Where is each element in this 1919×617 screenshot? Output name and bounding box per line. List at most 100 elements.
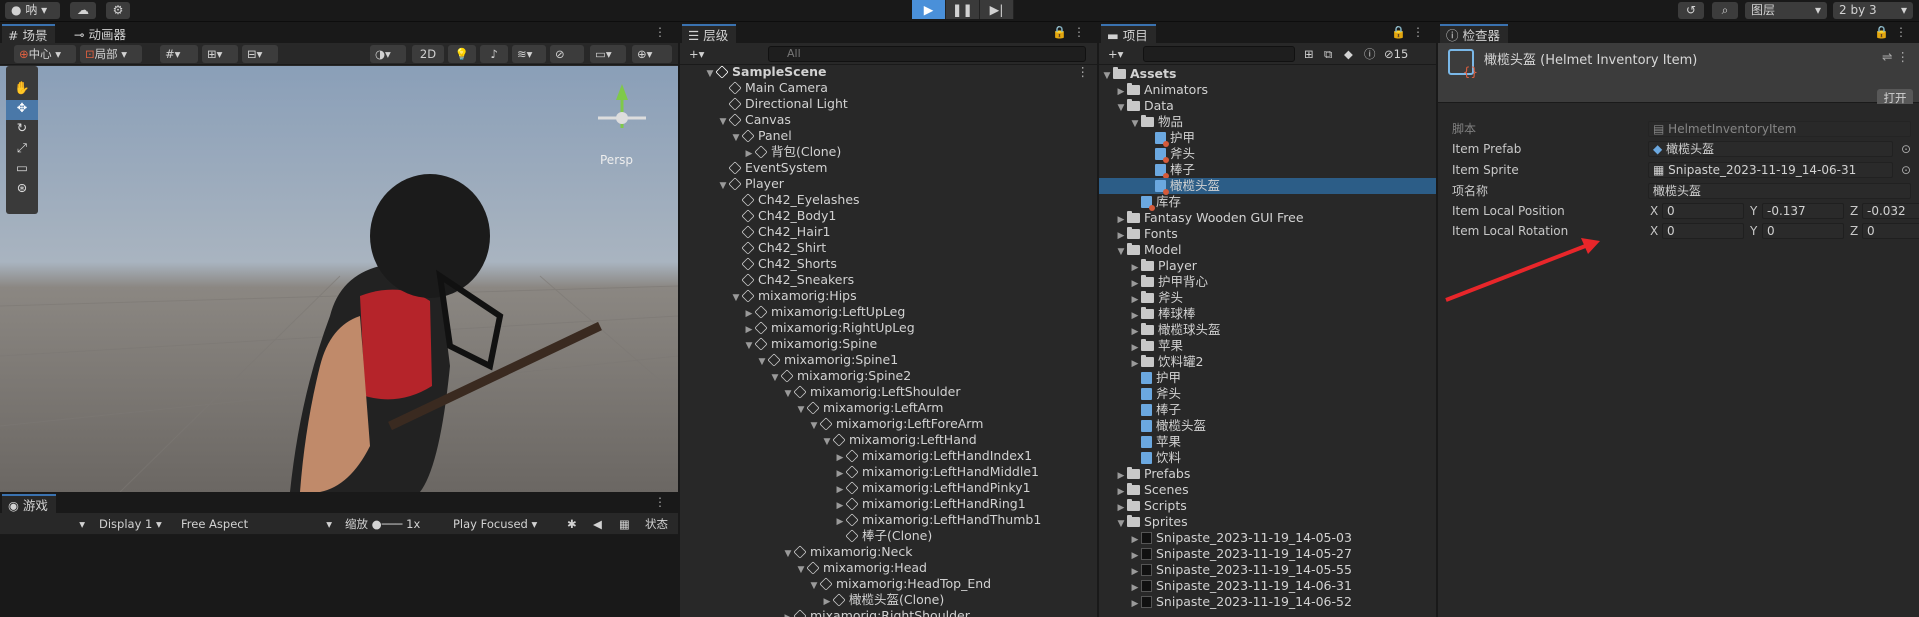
project-row[interactable]: ▼ Data <box>1099 98 1436 114</box>
project-row[interactable]: 橄榄头盔 <box>1099 418 1436 434</box>
mute-icon[interactable]: ◀ <box>588 515 610 533</box>
hierarchy-row[interactable]: ▼ mixamorig:Neck <box>680 544 1097 560</box>
project-row[interactable]: ▶ Animators <box>1099 82 1436 98</box>
project-row[interactable]: ▶ Scripts <box>1099 498 1436 514</box>
hierarchy-row[interactable]: Ch42_Hair1 <box>680 224 1097 240</box>
space-dropdown[interactable]: ⊡局部 ▾ <box>80 45 142 63</box>
hierarchy-row[interactable]: ▶ mixamorig:LeftHandMiddle1 <box>680 464 1097 480</box>
scene-viewport[interactable]: Persp ✋ ✥ ↻ ⤢ ▭ ⊛ <box>0 66 678 492</box>
project-row[interactable]: 护甲 <box>1099 130 1436 147</box>
hierarchy-row[interactable]: ▶ 背包(Clone) <box>680 144 1097 160</box>
panel-menu-icon[interactable]: ⋮ <box>654 495 672 509</box>
hierarchy-row[interactable]: EventSystem <box>680 160 1097 176</box>
lock-menu-icon[interactable]: 🔒⋮ <box>1874 25 1913 39</box>
hierarchy-row[interactable]: Main Camera <box>680 80 1097 96</box>
hierarchy-row[interactable]: Directional Light <box>680 96 1097 112</box>
gizmos-button[interactable]: ⊕▾ <box>632 45 672 63</box>
layout-dropdown[interactable]: 2 by 3 ▾ <box>1833 2 1913 19</box>
hierarchy-row[interactable]: ▼ Canvas <box>680 112 1097 128</box>
tab-animator[interactable]: ⊸ 动画器 <box>68 25 134 44</box>
project-row[interactable]: 饮料 <box>1099 450 1436 466</box>
type-filter-icon[interactable]: ⧉ <box>1319 45 1337 63</box>
project-row[interactable]: ▶ 斧头 <box>1099 290 1436 306</box>
play-focus-dropdown[interactable]: Play Focused ▾ <box>448 515 558 533</box>
hierarchy-row[interactable]: ▼ Player <box>680 176 1097 192</box>
display-dropdown[interactable]: Display 1 ▾ <box>94 515 172 533</box>
audio-toggle[interactable]: ♪ <box>480 45 508 63</box>
label-filter-icon[interactable]: ◆ <box>1339 45 1357 63</box>
effects-button[interactable]: ≋▾ <box>512 45 546 63</box>
account-dropdown[interactable]: ● 呐 ▾ <box>5 2 60 19</box>
project-row[interactable]: 库存 <box>1099 194 1436 211</box>
project-row[interactable]: 棒子 <box>1099 162 1436 179</box>
hierarchy-row[interactable]: Ch42_Sneakers <box>680 272 1097 288</box>
hand-tool-icon[interactable]: ✋ <box>6 80 38 100</box>
hierarchy-row[interactable]: ▶ mixamorig:RightUpLeg <box>680 320 1097 336</box>
project-row[interactable]: ▶ Player <box>1099 258 1436 274</box>
hierarchy-row[interactable]: ▼ mixamorig:Hips <box>680 288 1097 304</box>
2d-toggle[interactable]: 2D <box>412 45 444 63</box>
grid-snap-button[interactable]: #▾ <box>160 45 198 63</box>
tab-scene[interactable]: # 场景 <box>2 24 56 43</box>
project-row[interactable]: ▼ 物品 <box>1099 114 1436 130</box>
hierarchy-row[interactable]: Ch42_Shirt <box>680 240 1097 256</box>
search-icon[interactable]: ⌕ <box>1712 2 1738 19</box>
keyboard-icon[interactable]: ▦ <box>614 515 636 533</box>
project-row[interactable]: ▶ 棒球棒 <box>1099 306 1436 322</box>
hierarchy-menu-icon[interactable]: ⋮ <box>1077 64 1090 79</box>
hierarchy-row[interactable]: Ch42_Shorts <box>680 256 1097 272</box>
hierarchy-row[interactable]: ▶ mixamorig:LeftUpLeg <box>680 304 1097 320</box>
hierarchy-row[interactable]: ▶ mixamorig:LeftHandThumb1 <box>680 512 1097 528</box>
layers-dropdown[interactable]: 图层 ▾ <box>1745 2 1827 19</box>
foldout-arrow-icon[interactable]: ▶ <box>782 610 794 617</box>
filter-icon[interactable]: ⊞ <box>1299 45 1317 63</box>
rotate-tool-icon[interactable]: ↻ <box>6 120 38 140</box>
info-icon[interactable]: ⓘ <box>1359 45 1377 63</box>
aspect-dropdown[interactable]: Free Aspect ▾ <box>176 515 336 533</box>
tab-project[interactable]: ▬ 项目 <box>1101 24 1156 43</box>
hierarchy-row[interactable]: ▶ mixamorig:LeftHandPinky1 <box>680 480 1097 496</box>
hierarchy-row[interactable]: ▼ mixamorig:Spine2 <box>680 368 1097 384</box>
pause-button[interactable]: ❚❚ <box>946 0 980 19</box>
history-icon[interactable]: ↺ <box>1678 2 1704 19</box>
tab-hierarchy[interactable]: ☰ 层级 <box>682 24 737 43</box>
hidden-packages-toggle[interactable]: ⊘15 <box>1379 45 1431 63</box>
game-view-dropdown[interactable]: ▾ <box>0 515 90 533</box>
camera-button[interactable]: ▭▾ <box>590 45 626 63</box>
hierarchy-row[interactable]: ▼ mixamorig:Head <box>680 560 1097 576</box>
tab-inspector[interactable]: ⓘ 检查器 <box>1440 24 1509 43</box>
hierarchy-row[interactable]: ▼ mixamorig:Spine1 <box>680 352 1097 368</box>
project-row[interactable]: ▼ Model <box>1099 242 1436 258</box>
project-row[interactable]: ▶ Snipaste_2023-11-19_14-05-55 <box>1099 562 1436 578</box>
project-row[interactable]: ▶ 护甲背心 <box>1099 274 1436 290</box>
tab-game[interactable]: ◉ 游戏 <box>2 494 56 513</box>
hierarchy-row[interactable]: ▶ 橄榄头盔(Clone) <box>680 592 1097 608</box>
create-button[interactable]: +▾ <box>1103 45 1131 63</box>
panel-menu-icon[interactable]: ⋮ <box>654 25 672 39</box>
add-button[interactable]: +▾ <box>684 45 712 63</box>
project-row[interactable]: ▶ Fonts <box>1099 226 1436 242</box>
project-row[interactable]: ▶ 橄榄球头盔 <box>1099 322 1436 338</box>
hierarchy-row[interactable]: ▶ mixamorig:LeftHandIndex1 <box>680 448 1097 464</box>
hierarchy-row[interactable]: ▼ mixamorig:LeftHand <box>680 432 1097 448</box>
foldout-arrow-icon[interactable]: ▶ <box>1129 596 1141 612</box>
rect-tool-icon[interactable]: ▭ <box>6 160 38 180</box>
draw-mode-button[interactable]: ◑▾ <box>370 45 406 63</box>
hierarchy-row[interactable]: Ch42_Eyelashes <box>680 192 1097 208</box>
project-row[interactable]: ▼ Sprites <box>1099 514 1436 530</box>
project-row[interactable]: 橄榄头盔 <box>1099 178 1436 195</box>
project-row[interactable]: ▶ Fantasy Wooden GUI Free <box>1099 210 1436 226</box>
hierarchy-row[interactable]: 棒子(Clone) <box>680 528 1097 544</box>
hierarchy-row[interactable]: ▼ mixamorig:HeadTop_End <box>680 576 1097 592</box>
project-row[interactable]: 斧头 <box>1099 146 1436 163</box>
hierarchy-row[interactable]: ▼ mixamorig:LeftForeArm <box>680 416 1097 432</box>
project-row[interactable]: ▶ Prefabs <box>1099 466 1436 482</box>
project-row[interactable]: 棒子 <box>1099 402 1436 418</box>
hierarchy-row[interactable]: ▼ mixamorig:Spine <box>680 336 1097 352</box>
project-search-input[interactable] <box>1143 46 1295 62</box>
snap-increment-button[interactable]: ⊞▾ <box>202 45 238 63</box>
project-row[interactable]: 苹果 <box>1099 434 1436 450</box>
move-tool-icon[interactable]: ✥ <box>6 100 38 120</box>
hierarchy-row[interactable]: ▼ SampleScene <box>680 64 1097 80</box>
scale-slider[interactable]: 缩放 ●─── 1x <box>340 515 444 533</box>
